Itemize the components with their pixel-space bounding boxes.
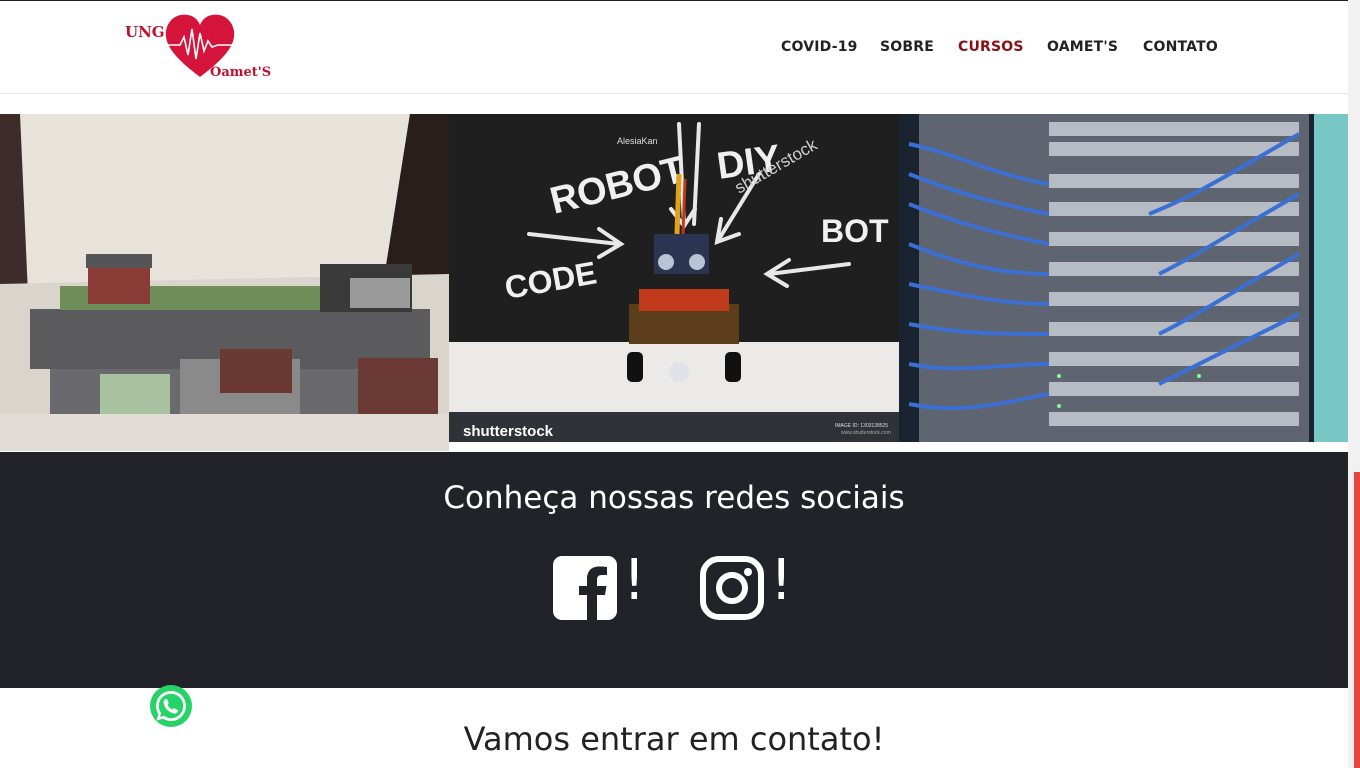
server-rack-image bbox=[899, 114, 1348, 442]
whatsapp-icon bbox=[150, 685, 192, 727]
instagram-icon bbox=[700, 556, 764, 620]
nav-item-contato[interactable]: CONTATO bbox=[1143, 39, 1218, 55]
image-gallery: ROBOT DIY BOT CODE AlesiaKan shutterstoc… bbox=[0, 114, 1348, 452]
social-title: Conheça nossas redes sociais bbox=[443, 480, 905, 516]
image-author-text: AlesiaKan bbox=[617, 136, 658, 146]
robot-chalkboard-image: ROBOT DIY BOT CODE AlesiaKan shutterstoc… bbox=[449, 114, 899, 451]
logo-bottom-text: Oamet'S bbox=[210, 65, 272, 80]
scrollbar-thumb[interactable] bbox=[1354, 472, 1360, 768]
page: UNG Oamet'S COVID-19 SOBRE CURSOS OAMET'… bbox=[0, 0, 1348, 768]
facebook-icon bbox=[553, 556, 617, 620]
shutterstock-logo-text: shutterstock bbox=[463, 423, 554, 440]
logo[interactable]: UNG Oamet'S bbox=[124, 13, 276, 83]
whatsapp-button[interactable] bbox=[149, 684, 193, 728]
site-header: UNG Oamet'S COVID-19 SOBRE CURSOS OAMET'… bbox=[0, 0, 1348, 94]
chalk-word-bot: BOT bbox=[821, 213, 889, 249]
contact-title: Vamos entrar em contato! bbox=[463, 720, 885, 758]
facebook-exclamation: ! bbox=[623, 548, 646, 613]
nav-item-oamets[interactable]: OAMET'S bbox=[1047, 39, 1118, 55]
logo-top-text: UNG bbox=[125, 23, 165, 41]
nav-item-cursos[interactable]: CURSOS bbox=[958, 39, 1024, 55]
social-section: Conheça nossas redes sociais ! ! bbox=[0, 452, 1348, 688]
city-model-image bbox=[0, 114, 449, 451]
nav-item-sobre[interactable]: SOBRE bbox=[880, 39, 934, 55]
instagram-exclamation: ! bbox=[770, 548, 793, 613]
nav-item-covid[interactable]: COVID-19 bbox=[781, 39, 858, 55]
image-site-text: www.shutterstock.com bbox=[841, 430, 891, 436]
image-id-text: IMAGE ID: 1303138525 bbox=[835, 423, 888, 429]
